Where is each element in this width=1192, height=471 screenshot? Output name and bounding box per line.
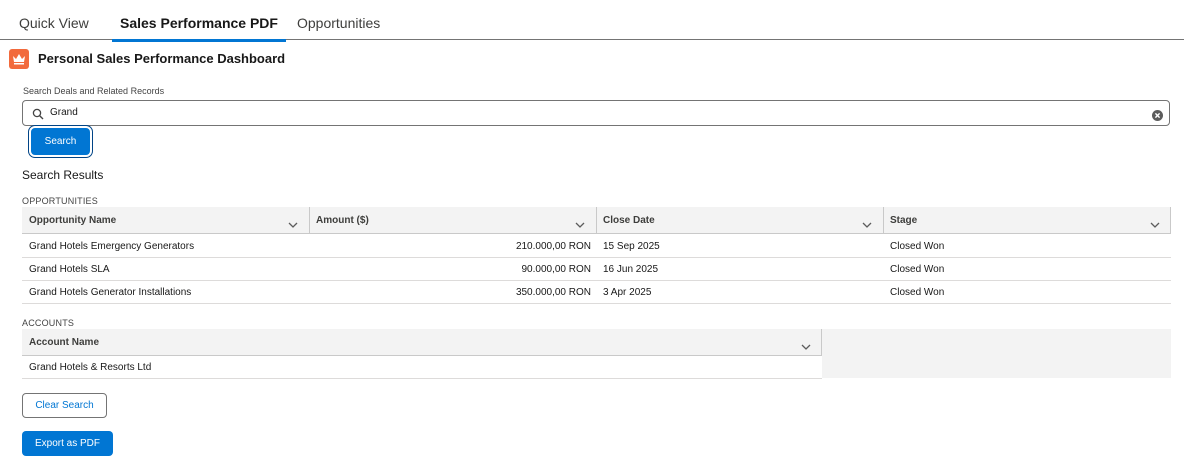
opportunity-name-cell: Grand Hotels Emergency Generators	[29, 241, 195, 252]
clear-input-icon[interactable]	[1152, 108, 1163, 126]
amount-cell: 210.000,00 RON	[515, 241, 591, 252]
opportunities-table-header: Opportunity Name Amount ($) Close Date S…	[22, 207, 1171, 234]
export-pdf-button[interactable]: Export as PDF	[22, 431, 113, 456]
column-header-account-name[interactable]: Account Name	[22, 329, 822, 356]
tab-opportunities[interactable]: Opportunities	[297, 0, 380, 40]
table-row: Grand Hotels Generator Installations 350…	[22, 281, 1171, 304]
opportunities-section-label: OPPORTUNITIES	[22, 196, 98, 206]
close-date-cell: 15 Sep 2025	[603, 241, 660, 252]
search-button[interactable]: Search	[31, 128, 90, 155]
chevron-down-icon[interactable]	[862, 216, 872, 234]
stage-cell: Closed Won	[890, 287, 945, 298]
account-name-cell: Grand Hotels & Resorts Ltd	[29, 362, 152, 373]
amount-cell: 90.000,00 RON	[521, 264, 592, 275]
crown-icon	[9, 49, 29, 69]
table-row: Grand Hotels & Resorts Ltd	[22, 356, 822, 379]
chevron-down-icon[interactable]	[1150, 216, 1160, 234]
search-input-value: Grand	[50, 107, 78, 118]
accounts-section-label: ACCOUNTS	[22, 318, 75, 328]
column-header-close-date[interactable]: Close Date	[596, 207, 883, 234]
accounts-table-header: Account Name	[22, 329, 822, 356]
accounts-table-filler	[822, 329, 1171, 378]
search-label: Search Deals and Related Records	[23, 86, 165, 96]
page-title: Personal Sales Performance Dashboard	[38, 51, 286, 66]
search-icon	[32, 107, 44, 125]
clear-search-button[interactable]: Clear Search	[22, 393, 107, 418]
column-header-opportunity-name[interactable]: Opportunity Name	[22, 207, 309, 234]
column-header-amount[interactable]: Amount ($)	[309, 207, 596, 234]
tab-bar: Quick View Sales Performance PDF Opportu…	[0, 0, 1184, 42]
chevron-down-icon[interactable]	[288, 216, 298, 234]
stage-cell: Closed Won	[890, 264, 945, 275]
table-row: Grand Hotels SLA 90.000,00 RON 16 Jun 20…	[22, 258, 1171, 281]
chevron-down-icon[interactable]	[801, 338, 811, 356]
chevron-down-icon[interactable]	[575, 216, 585, 234]
opportunity-name-cell: Grand Hotels Generator Installations	[29, 287, 192, 298]
close-date-cell: 3 Apr 2025	[603, 287, 652, 298]
column-divider	[1170, 207, 1171, 234]
stage-cell: Closed Won	[890, 241, 945, 252]
search-results-title: Search Results	[22, 168, 104, 182]
amount-cell: 350.000,00 RON	[515, 287, 591, 298]
column-header-stage[interactable]: Stage	[883, 207, 1171, 234]
opportunity-name-cell: Grand Hotels SLA	[29, 264, 110, 275]
close-date-cell: 16 Jun 2025	[603, 264, 659, 275]
tab-quick-view[interactable]: Quick View	[19, 0, 89, 40]
search-input[interactable]: Grand	[22, 100, 1170, 126]
table-row: Grand Hotels Emergency Generators 210.00…	[22, 235, 1171, 258]
tab-sales-performance-pdf[interactable]: Sales Performance PDF	[112, 0, 286, 42]
